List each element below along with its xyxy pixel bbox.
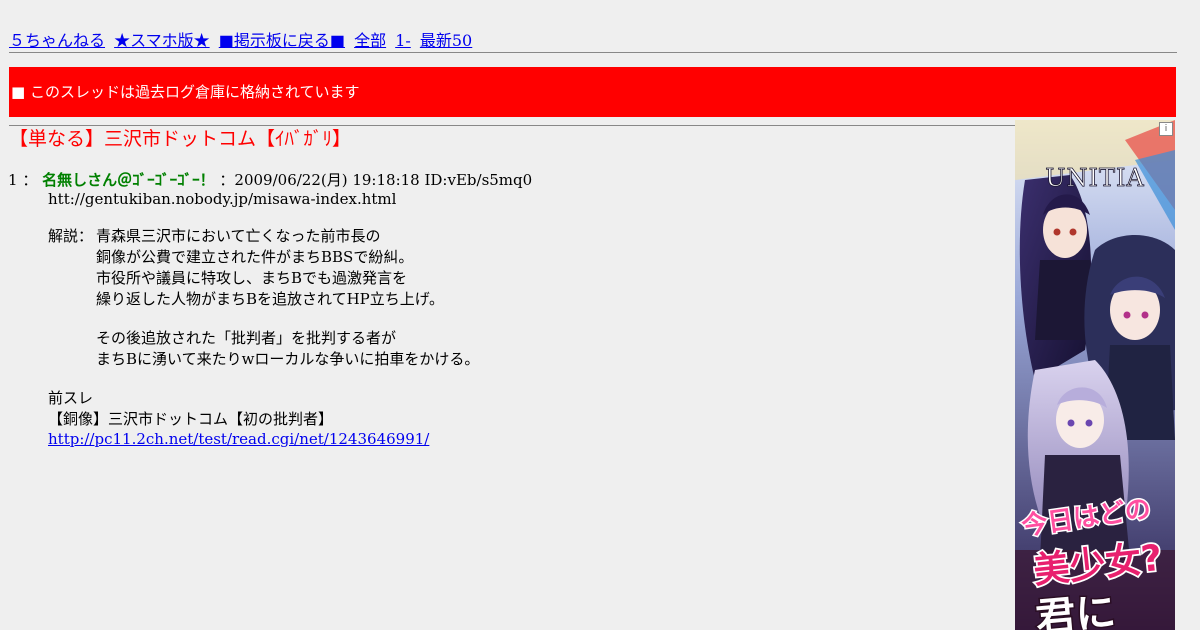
smartphone-version-link[interactable]: ★スマホ版★ <box>114 31 210 50</box>
back-to-board-link[interactable]: ■掲示板に戻る■ <box>219 31 345 50</box>
previous-thread-link-line: http://pc11.2ch.net/test/read.cgi/net/12… <box>48 429 429 450</box>
latest-50-link[interactable]: 最新50 <box>420 31 472 50</box>
post-separator: ： <box>22 171 38 189</box>
previous-thread-label: 前スレ <box>48 389 94 407</box>
top-divider <box>9 52 1177 53</box>
from-first-link[interactable]: 1- <box>395 31 411 50</box>
post-date-id: ：2009/06/22(月) 19:18:18 ID:vEb/s5mq0 <box>219 171 533 189</box>
poster-name: 名無しさん＠ｺﾞｰｺﾞｰｺﾞｰ！ <box>42 171 215 189</box>
followup-line: まちBに湧いて来たりwローカルな争いに拍車をかける。 <box>96 350 480 368</box>
ad-brand: UNITIA <box>1045 164 1145 192</box>
commentary-line: 繰り返した人物がまちBを追放されてHP立ち上げ。 <box>96 290 444 308</box>
followup-line: その後追放された「批判者」を批判する者が <box>96 329 397 347</box>
show-all-link[interactable]: 全部 <box>354 31 386 50</box>
post-number: 1 <box>8 171 18 189</box>
site-home-link[interactable]: ５ちゃんねる <box>9 31 105 50</box>
advertisement-banner[interactable]: UNITIA 今日はどの 美少女? 君に i <box>1015 120 1175 630</box>
commentary-line: 青森県三沢市において亡くなった前市長の <box>96 227 381 245</box>
commentary-line: 銅像が公費で建立された件がまちBBSで紛糾。 <box>96 248 414 266</box>
ad-info-icon[interactable]: i <box>1159 122 1173 136</box>
previous-thread-link[interactable]: http://pc11.2ch.net/test/read.cgi/net/12… <box>48 430 429 448</box>
commentary-line: 市役所や議員に特攻し、まちBでも過激発言を <box>96 269 408 287</box>
ad-tagline-3: 君に <box>1034 589 1118 630</box>
previous-thread-title: 【銅像】三沢市ドットコム【初の批判者】 <box>48 410 334 428</box>
ad-artwork: UNITIA 今日はどの 美少女? 君に <box>1015 120 1175 630</box>
archived-notice-banner: ■ このスレッドは過去ログ倉庫に格納されています <box>9 67 1176 117</box>
post-url-text: htt://gentukiban.nobody.jp/misawa-index.… <box>48 190 397 208</box>
thread-title: 【単なる】三沢市ドットコム【ｲﾊﾞｶﾞﾘ】 <box>9 128 352 150</box>
top-navigation: ５ちゃんねる ★スマホ版★ ■掲示板に戻る■ 全部 1- 最新50 <box>9 31 476 51</box>
commentary-label: 解説： <box>48 227 94 245</box>
post-header: 1 ： 名無しさん＠ｺﾞｰｺﾞｰｺﾞｰ！ ：2009/06/22(月) 19:1… <box>8 170 532 190</box>
